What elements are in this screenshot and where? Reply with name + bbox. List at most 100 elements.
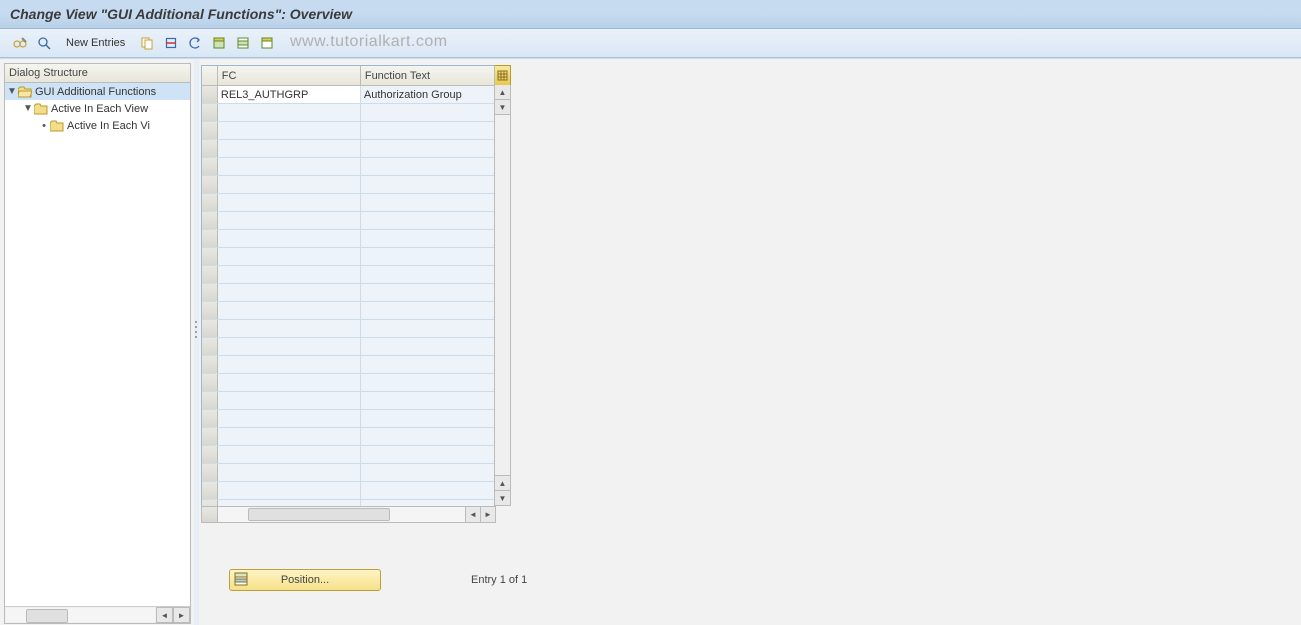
corner-selector[interactable] (202, 507, 218, 522)
tree-node[interactable]: •Active In Each Vi (5, 117, 190, 134)
row-selector[interactable] (202, 266, 218, 283)
row-selector[interactable] (202, 194, 218, 211)
tree-node[interactable]: ▼Active In Each View (5, 100, 190, 117)
cell-function-text[interactable] (361, 176, 494, 193)
select-block-button[interactable] (232, 32, 254, 54)
cell-fc[interactable] (218, 284, 361, 301)
toggle-display-change-button[interactable] (9, 32, 31, 54)
cell-fc[interactable] (218, 104, 361, 121)
cell-function-text[interactable] (361, 266, 494, 283)
column-header-fc[interactable]: FC (218, 66, 361, 85)
cell-function-text[interactable] (361, 158, 494, 175)
cell-fc[interactable] (218, 212, 361, 229)
cell-function-text[interactable] (361, 464, 494, 481)
row-selector[interactable] (202, 392, 218, 409)
cell-fc[interactable] (218, 158, 361, 175)
cell-function-text[interactable] (361, 338, 494, 355)
row-selector[interactable] (202, 86, 218, 103)
row-selector[interactable] (202, 464, 218, 481)
cell-function-text[interactable] (361, 104, 494, 121)
row-selector[interactable] (202, 338, 218, 355)
cell-function-text[interactable] (361, 482, 494, 499)
row-selector[interactable] (202, 284, 218, 301)
cell-function-text[interactable] (361, 410, 494, 427)
row-selector[interactable] (202, 212, 218, 229)
row-selector[interactable] (202, 428, 218, 445)
scroll-down-step-button[interactable]: ▼ (495, 100, 510, 115)
cell-fc[interactable] (218, 338, 361, 355)
cell-fc[interactable] (218, 446, 361, 463)
find-button[interactable] (33, 32, 55, 54)
table-configure-button[interactable] (494, 65, 511, 86)
select-all-button[interactable] (208, 32, 230, 54)
row-selector[interactable] (202, 320, 218, 337)
cell-fc[interactable] (218, 194, 361, 211)
column-header-function-text[interactable]: Function Text (361, 66, 494, 85)
row-selector[interactable] (202, 104, 218, 121)
position-button[interactable]: Position... (229, 569, 381, 591)
table-horizontal-scrollbar[interactable]: ◄ ► (201, 506, 496, 523)
cell-fc[interactable] (218, 482, 361, 499)
row-selector[interactable] (202, 140, 218, 157)
cell-fc[interactable] (218, 176, 361, 193)
cell-function-text[interactable] (361, 446, 494, 463)
tree-horizontal-scrollbar[interactable]: ◄ ► (5, 606, 190, 623)
cell-fc[interactable] (218, 302, 361, 319)
cell-function-text[interactable] (361, 194, 494, 211)
row-selector[interactable] (202, 230, 218, 247)
row-selector-header[interactable] (202, 66, 218, 85)
cell-function-text[interactable] (361, 284, 494, 301)
cell-function-text[interactable] (361, 248, 494, 265)
row-selector[interactable] (202, 302, 218, 319)
row-selector[interactable] (202, 446, 218, 463)
cell-fc[interactable] (218, 140, 361, 157)
cell-function-text[interactable] (361, 392, 494, 409)
deselect-all-button[interactable] (256, 32, 278, 54)
undo-button[interactable] (184, 32, 206, 54)
copy-as-button[interactable] (136, 32, 158, 54)
scroll-up-button[interactable]: ▲ (495, 85, 510, 100)
cell-function-text[interactable] (361, 302, 494, 319)
row-selector[interactable] (202, 374, 218, 391)
row-selector[interactable] (202, 158, 218, 175)
cell-fc[interactable] (218, 410, 361, 427)
scroll-left-button[interactable]: ◄ (156, 607, 173, 623)
cell-fc[interactable] (218, 374, 361, 391)
row-selector[interactable] (202, 176, 218, 193)
new-entries-button[interactable]: New Entries (58, 33, 133, 53)
cell-fc[interactable] (218, 248, 361, 265)
cell-function-text[interactable] (361, 212, 494, 229)
cell-function-text[interactable] (361, 140, 494, 157)
cell-function-text[interactable] (361, 320, 494, 337)
cell-function-text[interactable] (361, 122, 494, 139)
cell-function-text[interactable] (361, 428, 494, 445)
cell-function-text[interactable]: Authorization Group (361, 86, 494, 103)
table-scroll-right-button[interactable]: ► (480, 507, 495, 522)
cell-fc[interactable] (218, 464, 361, 481)
cell-fc[interactable] (218, 122, 361, 139)
cell-function-text[interactable] (361, 356, 494, 373)
row-selector[interactable] (202, 482, 218, 499)
row-selector[interactable] (202, 122, 218, 139)
delete-button[interactable] (160, 32, 182, 54)
row-selector[interactable] (202, 356, 218, 373)
cell-fc[interactable] (218, 230, 361, 247)
cell-fc[interactable] (218, 428, 361, 445)
row-selector[interactable] (202, 248, 218, 265)
tree-collapse-icon[interactable]: ▼ (23, 103, 33, 114)
cell-fc[interactable]: REL3_AUTHGRP (218, 86, 361, 103)
cell-fc[interactable] (218, 392, 361, 409)
cell-fc[interactable] (218, 266, 361, 283)
cell-fc[interactable] (218, 356, 361, 373)
cell-function-text[interactable] (361, 230, 494, 247)
row-selector[interactable] (202, 410, 218, 427)
scroll-down-button[interactable]: ▼ (495, 490, 510, 505)
table-vertical-scrollbar[interactable]: ▲ ▼ ▲ ▼ (494, 85, 511, 506)
table-scroll-left-button[interactable]: ◄ (465, 507, 480, 522)
scroll-up-step-button[interactable]: ▲ (495, 475, 510, 491)
cell-fc[interactable] (218, 320, 361, 337)
tree-node[interactable]: ▼GUI Additional Functions (5, 83, 190, 100)
scroll-right-button[interactable]: ► (173, 607, 190, 623)
tree-collapse-icon[interactable]: ▼ (7, 86, 17, 97)
cell-function-text[interactable] (361, 374, 494, 391)
